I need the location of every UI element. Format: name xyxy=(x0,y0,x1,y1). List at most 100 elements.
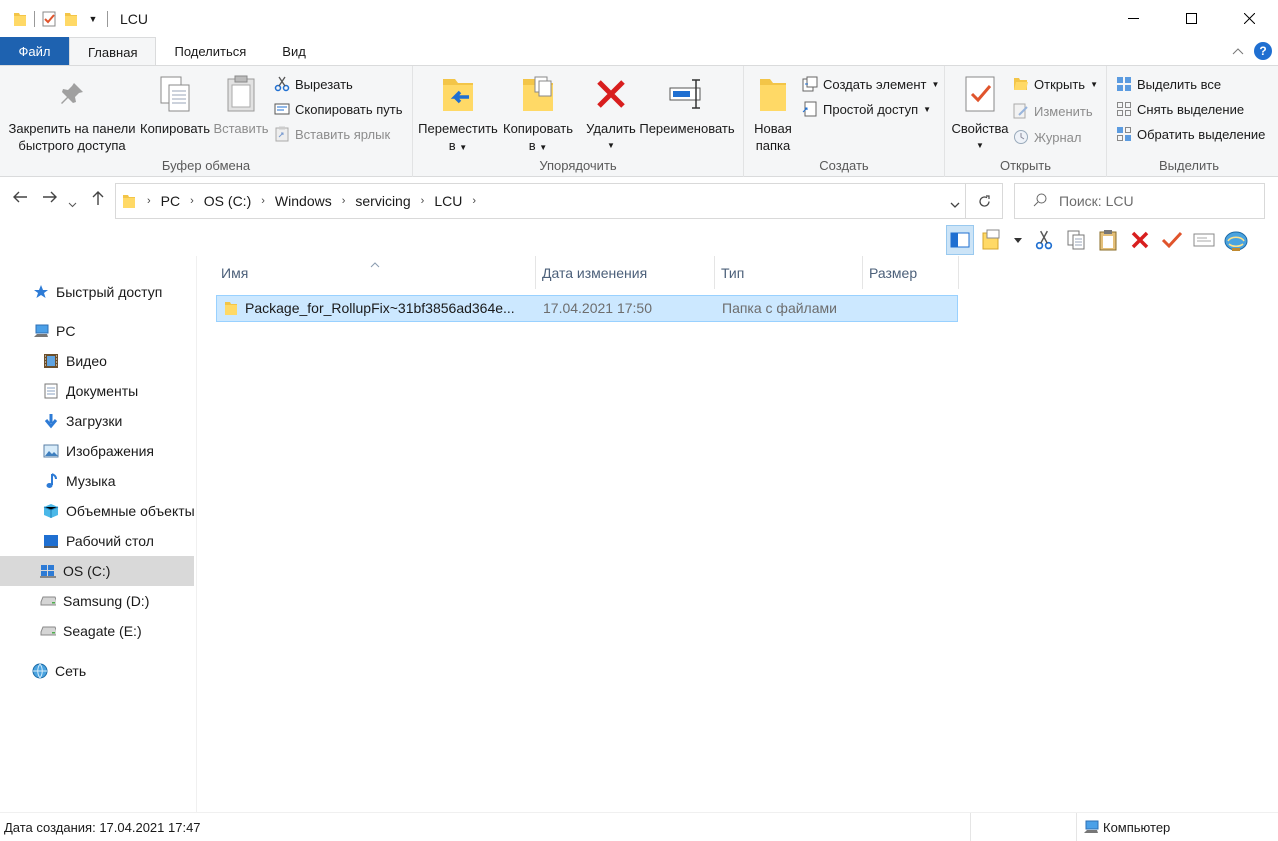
folder-icon xyxy=(121,193,137,209)
close-button[interactable] xyxy=(1220,0,1278,37)
ribbon: Закрепить на панели быстрого доступа Коп… xyxy=(0,65,1278,177)
delete-dropdown-icon[interactable]: ▼ xyxy=(607,137,615,154)
nav-drive-c[interactable]: OS (C:) xyxy=(0,556,194,586)
rename-toolbar-icon[interactable] xyxy=(1190,225,1218,255)
group-organize: Переместить в ▼ Копировать в ▼ Удалить ▼ xyxy=(413,66,744,177)
column-header-size[interactable]: Размер xyxy=(863,256,959,289)
copy-toolbar-icon[interactable] xyxy=(1062,225,1090,255)
paste-shortcut-icon xyxy=(274,126,290,142)
nav-drive-d-label: Samsung (D:) xyxy=(63,593,150,609)
cut-button[interactable]: Вырезать xyxy=(274,76,353,92)
breadcrumb-pc[interactable]: PC xyxy=(161,193,180,209)
tab-share[interactable]: Поделиться xyxy=(156,37,264,66)
qat-dropdown-icon[interactable]: ▼ xyxy=(85,11,101,27)
edit-button[interactable]: Изменить xyxy=(1013,103,1093,119)
file-date: 17.04.2021 17:50 xyxy=(543,300,652,316)
nav-desktop-label: Рабочий стол xyxy=(66,533,154,549)
tab-view[interactable]: Вид xyxy=(264,37,324,66)
refresh-icon[interactable] xyxy=(965,184,1002,218)
breadcrumb-os-c[interactable]: OS (C:) xyxy=(204,193,251,209)
group-select: Выделить все Снять выделение Обратить вы… xyxy=(1107,66,1271,177)
nav-music-label: Музыка xyxy=(66,473,116,489)
nav-pc-label: PC xyxy=(56,323,76,339)
window-title: LCU xyxy=(120,10,149,27)
paste-toolbar-icon[interactable] xyxy=(1094,225,1122,255)
nav-3d-objects[interactable]: Объемные объекты xyxy=(43,496,197,526)
table-row[interactable]: Package_for_RollupFix~31bf3856ad364e... … xyxy=(216,295,958,322)
edit-label: Изменить xyxy=(1034,103,1093,119)
paste-button[interactable]: Вставить xyxy=(212,72,270,137)
copy-to-button[interactable]: Копировать в ▼ xyxy=(499,72,577,156)
layout-icon[interactable] xyxy=(978,225,1006,255)
edit-icon xyxy=(1013,103,1029,119)
pin-label-2: быстрого доступа xyxy=(18,138,126,153)
nav-drive-e-label: Seagate (E:) xyxy=(63,623,142,639)
up-arrow-icon[interactable] xyxy=(91,190,105,211)
move-to-button[interactable]: Переместить в ▼ xyxy=(418,72,498,156)
custom-toolbar xyxy=(946,224,1250,256)
properties-dropdown-icon[interactable]: ▼ xyxy=(976,137,984,154)
select-all-button[interactable]: Выделить все xyxy=(1116,76,1221,92)
copy-button[interactable]: Копировать xyxy=(139,72,211,137)
copy-path-button[interactable]: Скопировать путь xyxy=(274,101,403,117)
properties-button[interactable]: Свойства ▼ xyxy=(950,72,1010,154)
copy-path-label: Скопировать путь xyxy=(295,101,403,117)
properties-qat-icon[interactable] xyxy=(41,11,57,27)
pin-quick-access-button[interactable]: Закрепить на панели быстрого доступа xyxy=(8,72,136,154)
easy-access-icon xyxy=(802,101,818,117)
history-button[interactable]: Журнал xyxy=(1013,129,1081,145)
maximize-button[interactable] xyxy=(1162,0,1220,37)
new-folder-qat-icon[interactable] xyxy=(63,11,79,27)
pin-label-1: Закрепить на панели xyxy=(8,121,136,136)
open-button[interactable]: Открыть ▼ xyxy=(1013,76,1098,92)
invert-selection-icon xyxy=(1116,126,1132,142)
nav-drive-c-label: OS (C:) xyxy=(63,563,111,579)
star-icon xyxy=(33,284,49,300)
cut-toolbar-icon[interactable] xyxy=(1030,225,1058,255)
help-icon[interactable]: ? xyxy=(1254,42,1272,60)
rename-button[interactable]: Переименовать xyxy=(637,72,737,137)
invert-selection-button[interactable]: Обратить выделение xyxy=(1116,126,1265,142)
preview-pane-icon[interactable] xyxy=(946,225,974,255)
breadcrumb-servicing[interactable]: servicing xyxy=(355,193,410,209)
properties-toolbar-icon[interactable] xyxy=(1158,225,1186,255)
select-none-button[interactable]: Снять выделение xyxy=(1116,101,1244,117)
title-bar: ▼ LCU xyxy=(0,0,1278,37)
column-header-date[interactable]: Дата изменения xyxy=(536,256,715,289)
tab-home[interactable]: Главная xyxy=(69,37,157,66)
move-to-icon xyxy=(438,72,478,116)
breadcrumb-windows[interactable]: Windows xyxy=(275,193,332,209)
history-label: Журнал xyxy=(1034,129,1082,145)
select-none-icon xyxy=(1116,101,1132,117)
delete-button[interactable]: Удалить ▼ xyxy=(583,72,639,154)
collapse-ribbon-icon[interactable] xyxy=(1232,44,1244,58)
address-bar[interactable]: › PC › OS (C:) › Windows › servicing › L… xyxy=(115,183,1003,219)
video-icon xyxy=(43,353,59,369)
new-item-button[interactable]: Создать элемент ▼ xyxy=(802,76,939,92)
desktop-icon xyxy=(43,533,59,549)
delete-toolbar-icon[interactable] xyxy=(1126,225,1154,255)
navigation-bar: › PC › OS (C:) › Windows › servicing › L… xyxy=(0,182,1278,220)
layout-dropdown-icon[interactable] xyxy=(1010,225,1026,255)
easy-access-button[interactable]: Простой доступ ▼ xyxy=(802,101,931,117)
quick-access-toolbar: ▼ LCU xyxy=(0,0,148,37)
invert-selection-label: Обратить выделение xyxy=(1137,126,1266,142)
move-to-label-2: в ▼ xyxy=(448,138,468,153)
tab-file[interactable]: Файл xyxy=(0,37,69,66)
column-header-name[interactable]: Имя xyxy=(215,256,536,289)
paste-shortcut-button[interactable]: Вставить ярлык xyxy=(274,126,390,142)
network-globe-icon[interactable] xyxy=(1222,225,1250,255)
clipboard-group-label: Буфер обмена xyxy=(161,158,251,173)
new-item-label: Создать элемент xyxy=(823,76,927,92)
address-history-dropdown-icon[interactable] xyxy=(950,197,960,212)
recent-locations-icon[interactable] xyxy=(68,195,77,213)
search-input[interactable]: Поиск: LCU xyxy=(1014,183,1265,219)
back-arrow-icon[interactable] xyxy=(12,190,28,209)
forward-arrow-icon[interactable] xyxy=(42,190,58,209)
drive-icon xyxy=(40,593,56,609)
column-header-type[interactable]: Тип xyxy=(715,256,863,289)
breadcrumb-lcu[interactable]: LCU xyxy=(434,193,462,209)
cut-label: Вырезать xyxy=(295,76,353,92)
new-folder-button[interactable]: Новая папка xyxy=(750,72,796,154)
minimize-button[interactable] xyxy=(1104,0,1162,37)
